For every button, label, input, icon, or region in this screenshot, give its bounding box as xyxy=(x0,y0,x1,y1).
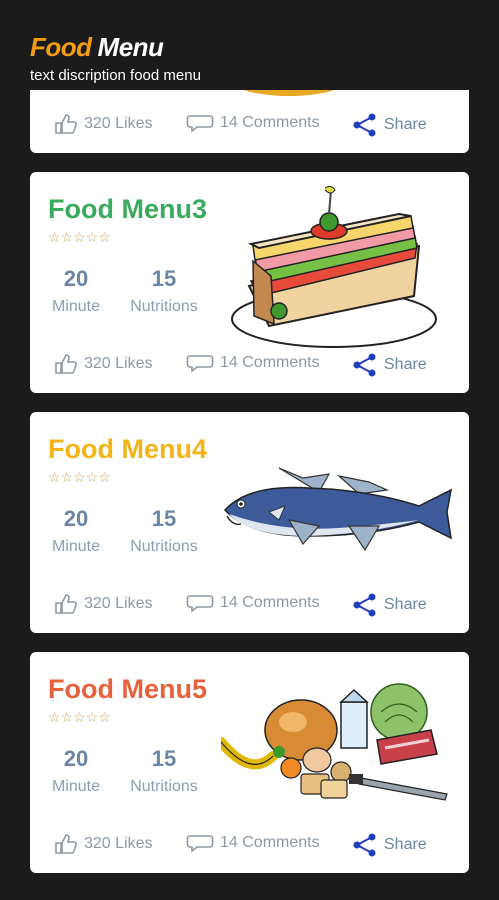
time-label: Minute xyxy=(51,778,101,795)
food-card-menu5[interactable]: Food Menu5 ☆☆☆☆☆ 20 Minute 15 Nutritions… xyxy=(30,652,469,873)
thumbs-up-icon xyxy=(55,354,77,374)
comments-count: 14 Comments xyxy=(220,594,320,611)
share-button[interactable]: Share xyxy=(352,353,427,377)
time-label: Minute xyxy=(51,538,101,555)
share-button[interactable]: Share xyxy=(352,833,427,857)
thumbs-up-icon xyxy=(55,114,77,134)
comments-count: 14 Comments xyxy=(220,354,320,371)
comment-icon xyxy=(186,355,214,373)
nutrition-label: Nutritions xyxy=(130,538,198,555)
nutrition-label: Nutritions xyxy=(130,298,198,315)
share-icon xyxy=(353,353,376,377)
likes-count: 320 Likes xyxy=(84,595,153,612)
stars-text: ☆☆☆☆☆ xyxy=(48,709,111,725)
likes-button[interactable]: 320 Likes xyxy=(54,833,153,855)
groceries-image xyxy=(221,683,448,801)
nutrition-stat: 15 Nutritions xyxy=(124,266,204,316)
likes-button[interactable]: 320 Likes xyxy=(54,113,153,135)
time-value: 20 xyxy=(63,266,89,291)
time-label: Minute xyxy=(51,298,101,315)
comments-button[interactable]: 14 Comments xyxy=(186,353,320,373)
app-subtitle: text discription food menu xyxy=(30,67,201,84)
likes-button[interactable]: 320 Likes xyxy=(54,353,153,375)
stars-text: ☆☆☆☆☆ xyxy=(48,469,111,485)
nutrition-label: Nutritions xyxy=(130,778,198,795)
nutrition-value: 15 xyxy=(151,266,177,291)
share-label: Share xyxy=(384,836,427,853)
fish-image xyxy=(223,467,453,552)
nutrition-value: 15 xyxy=(151,506,177,531)
share-label: Share xyxy=(384,356,427,373)
comments-count: 14 Comments xyxy=(220,834,320,851)
rating-stars[interactable]: ☆☆☆☆☆ xyxy=(48,470,111,484)
share-label: Share xyxy=(384,596,427,613)
thumbs-up-icon xyxy=(55,594,77,614)
nutrition-stat: 15 Nutritions xyxy=(124,506,204,556)
sandwich-image xyxy=(231,186,437,348)
rating-stars[interactable]: ☆☆☆☆☆ xyxy=(48,710,111,724)
comment-icon xyxy=(186,115,214,133)
share-icon xyxy=(353,593,376,617)
rating-stars[interactable]: ☆☆☆☆☆ xyxy=(48,230,111,244)
food-card-menu4[interactable]: Food Menu4 ☆☆☆☆☆ 20 Minute 15 Nutritions… xyxy=(30,412,469,633)
likes-button[interactable]: 320 Likes xyxy=(54,593,153,615)
likes-count: 320 Likes xyxy=(84,355,153,372)
app-title-food: Food xyxy=(30,32,92,62)
card-footer: 320 Likes 14 Comments Share xyxy=(30,113,469,137)
thumbs-up-icon xyxy=(55,834,77,854)
food-title: Food Menu5 xyxy=(48,674,207,704)
nutrition-stat: 15 Nutritions xyxy=(124,746,204,796)
card-footer: 320 Likes 14 Comments Share xyxy=(30,833,469,857)
app-title-menu: Menu xyxy=(97,32,164,62)
app-title: Food Menu xyxy=(30,32,164,63)
app-header: Food Menu text discription food menu xyxy=(0,0,499,90)
time-stat: 20 Minute xyxy=(48,506,104,556)
comments-button[interactable]: 14 Comments xyxy=(186,113,320,133)
comment-icon xyxy=(186,835,214,853)
comment-icon xyxy=(186,595,214,613)
time-value: 20 xyxy=(63,506,89,531)
time-value: 20 xyxy=(63,746,89,771)
time-stat: 20 Minute xyxy=(48,746,104,796)
share-label: Share xyxy=(384,116,427,133)
likes-count: 320 Likes xyxy=(84,835,153,852)
card-footer: 320 Likes 14 Comments Share xyxy=(30,593,469,617)
stars-text: ☆☆☆☆☆ xyxy=(48,229,111,245)
food-title: Food Menu4 xyxy=(48,434,207,464)
likes-count: 320 Likes xyxy=(84,115,153,132)
food-card-menu3[interactable]: Food Menu3 ☆☆☆☆☆ 20 Minute 15 Nutritions… xyxy=(30,172,469,393)
comments-button[interactable]: 14 Comments xyxy=(186,833,320,853)
share-button[interactable]: Share xyxy=(352,593,427,617)
share-button[interactable]: Share xyxy=(352,113,427,137)
nutrition-value: 15 xyxy=(151,746,177,771)
card-footer: 320 Likes 14 Comments Share xyxy=(30,353,469,377)
food-title: Food Menu3 xyxy=(48,194,207,224)
comments-count: 14 Comments xyxy=(220,114,320,131)
comments-button[interactable]: 14 Comments xyxy=(186,593,320,613)
share-icon xyxy=(353,833,376,857)
time-stat: 20 Minute xyxy=(48,266,104,316)
share-icon xyxy=(353,113,376,137)
